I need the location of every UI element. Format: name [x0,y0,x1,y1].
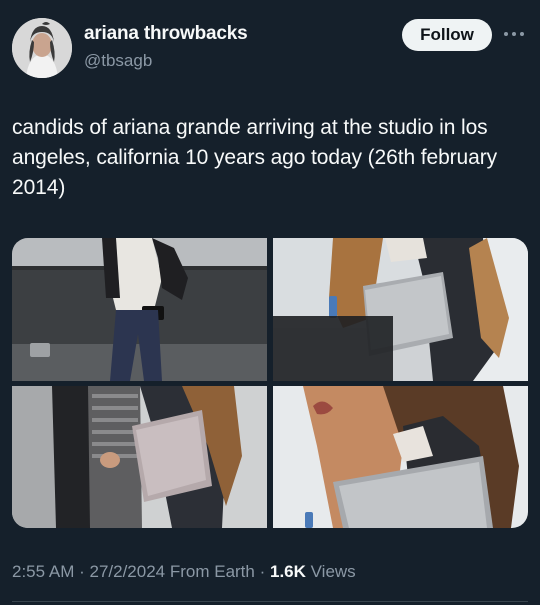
tweet-photo-3[interactable] [12,386,267,528]
profile-photo-icon [12,18,72,78]
tweet-photo-2[interactable] [273,238,528,381]
follow-button[interactable]: Follow [402,19,492,51]
author-handle[interactable]: @tbsagb [84,51,152,71]
more-dots-icon [520,32,524,36]
author-display-name[interactable]: ariana throwbacks [84,23,248,45]
views-count[interactable]: 1.6K [270,562,306,581]
tweet-time[interactable]: 2:55 AM [12,562,74,581]
more-dots-icon [512,32,516,36]
tweet-meta: 2:55 AM · 27/2/2024 From Earth · 1.6K Vi… [12,562,356,582]
media-grid [12,238,528,528]
tweet-photo-4[interactable] [273,386,528,528]
meta-separator: · [254,562,270,581]
meta-separator: · [74,562,90,581]
tweet-date[interactable]: 27/2/2024 [89,562,165,581]
tweet-text: candids of ariana grande arriving at the… [12,116,498,199]
divider [12,601,528,602]
tweet-photo-1[interactable] [12,238,267,381]
author-avatar[interactable] [12,18,72,78]
tweet-source: From Earth [165,562,255,581]
views-label: Views [305,562,356,581]
tweet-card: ariana throwbacks @tbsagb Follow candids… [0,0,540,605]
more-dots-icon [504,32,508,36]
more-options-button[interactable] [501,24,527,44]
